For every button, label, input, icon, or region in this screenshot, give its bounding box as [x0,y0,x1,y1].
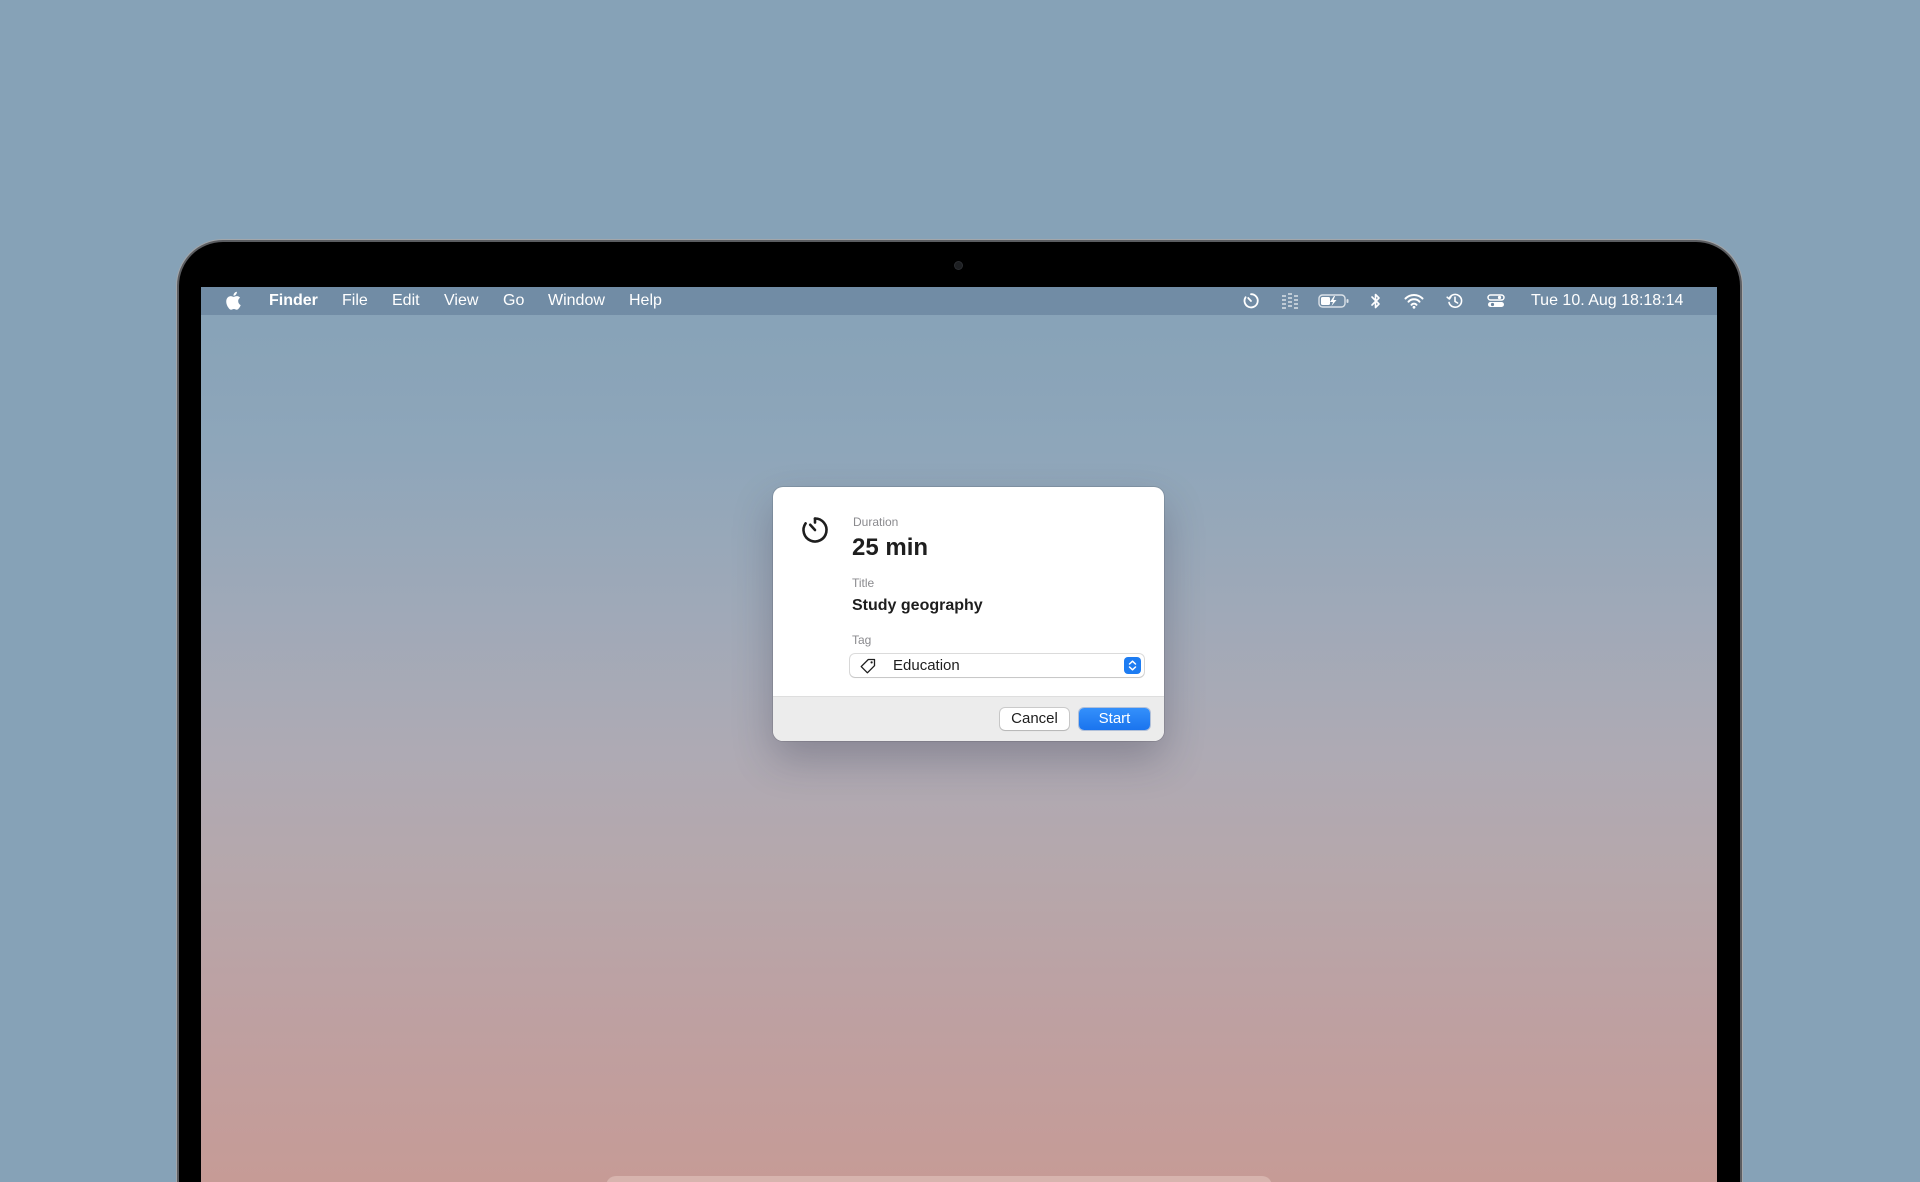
menubar-clock[interactable]: Tue 10. Aug 18:18:14 [1531,292,1683,310]
title-label: Title [852,576,875,590]
duration-label: Duration [853,515,899,529]
menu-app-name[interactable]: Finder [269,292,318,310]
dock-edge [606,1176,1272,1182]
timer-icon[interactable] [1242,292,1260,310]
apple-logo-icon[interactable] [225,291,241,310]
tag-label: Tag [852,633,872,647]
cancel-button[interactable]: Cancel [1000,708,1069,730]
menu-file[interactable]: File [342,292,368,310]
menu-window[interactable]: Window [548,292,605,310]
timer-icon [802,517,828,543]
time-machine-icon[interactable] [1446,292,1464,310]
camera-dot [955,262,962,269]
start-timer-dialog: Duration 25 min Title Study geography Ta… [773,487,1164,741]
start-button[interactable]: Start [1079,708,1150,730]
wifi-icon[interactable] [1404,292,1424,310]
tag-icon [860,658,876,674]
battery-charging-icon[interactable] [1318,292,1350,310]
tag-select-value: Education [893,657,960,674]
menu-edit[interactable]: Edit [392,292,420,310]
menu-view[interactable]: View [444,292,478,310]
control-center-icon[interactable] [1486,292,1506,310]
menu-go[interactable]: Go [503,292,524,310]
menu-help[interactable]: Help [629,292,662,310]
sound-bars-icon[interactable] [1280,292,1300,310]
tag-select[interactable]: Education [850,654,1144,677]
chevron-up-down-icon[interactable] [1124,657,1141,674]
menu-bar: Finder File Edit View Go Window Help Tue… [201,287,1717,315]
desktop-screen: Finder File Edit View Go Window Help Tue… [201,287,1717,1182]
title-field[interactable]: Study geography [852,597,983,615]
duration-value[interactable]: 25 min [852,534,928,562]
laptop-frame: Finder File Edit View Go Window Help Tue… [179,242,1740,1182]
bluetooth-icon[interactable] [1370,292,1382,310]
dialog-footer: Cancel Start [773,696,1164,741]
